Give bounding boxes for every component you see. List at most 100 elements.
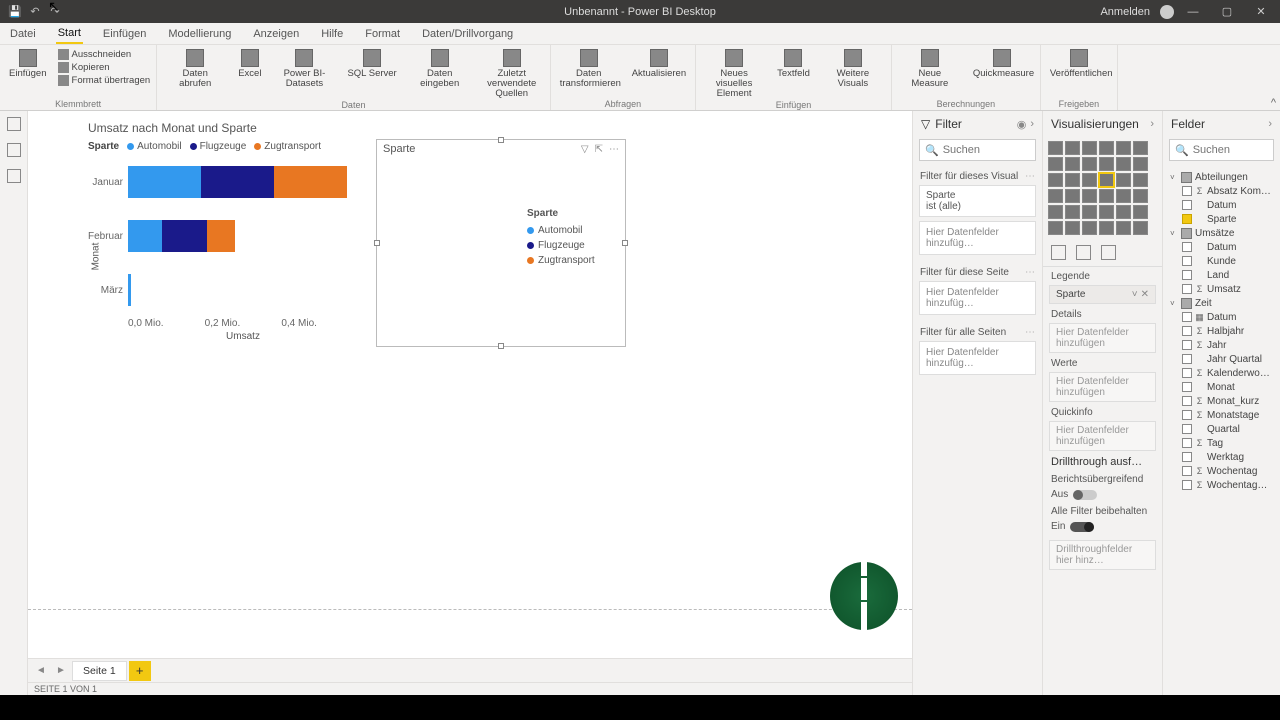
visual-type-icon[interactable]: [1082, 205, 1097, 219]
resize-handle[interactable]: [498, 343, 504, 349]
bar-chart-visual[interactable]: Umsatz nach Monat und Sparte SparteAutom…: [88, 121, 358, 342]
tooltip-well[interactable]: Hier Datenfelder hinzufügen: [1049, 421, 1156, 451]
excel-button[interactable]: Excel: [235, 49, 264, 79]
details-well[interactable]: Hier Datenfelder hinzufügen: [1049, 323, 1156, 353]
table-node[interactable]: ˅Abteilungen: [1167, 170, 1276, 184]
visual-type-icon[interactable]: [1048, 173, 1063, 187]
fields-tab-icon[interactable]: [1051, 245, 1066, 260]
visual-type-icon[interactable]: [1133, 141, 1148, 155]
newvisual-button[interactable]: Neues visuelles Element: [702, 49, 766, 99]
slicer-item[interactable]: Flugzeuge: [527, 240, 615, 251]
refresh-button[interactable]: Aktualisieren: [629, 49, 689, 79]
visual-type-icon[interactable]: [1048, 141, 1063, 155]
page-tab[interactable]: Seite 1: [72, 661, 127, 681]
field-node[interactable]: ΣUmsatz: [1167, 282, 1276, 296]
field-node[interactable]: Quartal: [1167, 422, 1276, 436]
ribbon-tab[interactable]: Hilfe: [319, 25, 345, 43]
visual-type-icon[interactable]: [1116, 141, 1131, 155]
visual-type-icon[interactable]: [1133, 157, 1148, 171]
newmeasure-button[interactable]: Neue Measure: [898, 49, 962, 89]
visual-type-icon[interactable]: [1048, 205, 1063, 219]
textbox-button[interactable]: Textfeld: [774, 49, 813, 79]
visual-type-icon[interactable]: [1116, 189, 1131, 203]
cut-button[interactable]: Ausschneiden: [58, 49, 151, 60]
field-node[interactable]: Werktag: [1167, 450, 1276, 464]
resize-handle[interactable]: [622, 240, 628, 246]
visual-type-icon[interactable]: [1048, 221, 1063, 235]
visual-type-icon[interactable]: [1048, 157, 1063, 171]
table-node[interactable]: ˅Zeit: [1167, 296, 1276, 310]
ribbon-tab[interactable]: Start: [56, 24, 83, 44]
recentsources-button[interactable]: Zuletzt verwendete Quellen: [480, 49, 544, 99]
ribbon-tab[interactable]: Datei: [8, 25, 38, 43]
page-next-button[interactable]: ►: [52, 662, 70, 680]
page-prev-button[interactable]: ◄: [32, 662, 50, 680]
expand-icon[interactable]: ›: [1030, 118, 1034, 131]
drillthrough-well[interactable]: Drillthroughfelder hier hinz…: [1049, 540, 1156, 570]
visual-type-icon[interactable]: [1116, 205, 1131, 219]
visual-type-icon[interactable]: [1116, 157, 1131, 171]
more-icon[interactable]: ⋯: [1025, 171, 1035, 182]
filter-dropzone[interactable]: Hier Datenfelder hinzufüg…: [919, 341, 1036, 375]
format-tab-icon[interactable]: [1076, 245, 1091, 260]
morevisuals-button[interactable]: Weitere Visuals: [821, 49, 885, 89]
publish-button[interactable]: Veröffentlichen: [1047, 49, 1111, 79]
report-canvas[interactable]: Umsatz nach Monat und Sparte SparteAutom…: [28, 111, 912, 658]
add-page-button[interactable]: +: [129, 661, 151, 681]
getdata-button[interactable]: Daten abrufen: [163, 49, 227, 89]
visual-type-icon[interactable]: [1082, 157, 1097, 171]
save-icon[interactable]: 💾: [8, 5, 22, 19]
quickmeasure-button[interactable]: Quickmeasure: [970, 49, 1034, 79]
field-node[interactable]: Monat: [1167, 380, 1276, 394]
filter-dropzone[interactable]: Hier Datenfelder hinzufüg…: [919, 281, 1036, 315]
field-node[interactable]: Sparte: [1167, 212, 1276, 226]
maximize-button[interactable]: ▢: [1212, 0, 1242, 23]
table-node[interactable]: ˅Umsätze: [1167, 226, 1276, 240]
expand-icon[interactable]: ›: [1150, 118, 1154, 130]
pbidatasets-button[interactable]: Power BI-Datasets: [272, 49, 336, 89]
visual-type-icon[interactable]: [1116, 173, 1131, 187]
visual-type-icon[interactable]: [1133, 205, 1148, 219]
expand-icon[interactable]: ›: [1268, 118, 1272, 130]
close-button[interactable]: ✕: [1246, 0, 1276, 23]
visual-type-icon[interactable]: [1099, 221, 1114, 235]
sqlserver-button[interactable]: SQL Server: [344, 49, 399, 79]
ribbon-tab[interactable]: Anzeigen: [251, 25, 301, 43]
visual-type-icon[interactable]: [1133, 173, 1148, 187]
undo-icon[interactable]: ↶: [28, 5, 42, 19]
visual-type-icon[interactable]: [1065, 173, 1080, 187]
resize-handle[interactable]: [374, 240, 380, 246]
field-node[interactable]: Datum: [1167, 198, 1276, 212]
visual-type-icon[interactable]: [1099, 173, 1114, 187]
analytics-tab-icon[interactable]: [1101, 245, 1116, 260]
field-node[interactable]: ΣAbsatz Kom…: [1167, 184, 1276, 198]
enterdata-button[interactable]: Daten eingeben: [408, 49, 472, 89]
keepfilters-toggle[interactable]: Ein: [1043, 519, 1162, 534]
field-node[interactable]: ΣJahr: [1167, 338, 1276, 352]
chevron-down-icon[interactable]: ˅: [1132, 289, 1138, 300]
data-view-icon[interactable]: [7, 143, 21, 157]
field-node[interactable]: ΣWochentag…: [1167, 478, 1276, 492]
filter-dropzone[interactable]: Hier Datenfelder hinzufüg…: [919, 221, 1036, 255]
field-node[interactable]: Datum: [1167, 240, 1276, 254]
model-view-icon[interactable]: [7, 169, 21, 183]
field-node[interactable]: ΣTag: [1167, 436, 1276, 450]
paste-button[interactable]: Einfügen: [6, 49, 50, 79]
visual-type-icon[interactable]: [1065, 205, 1080, 219]
ribbon-tab[interactable]: Daten/Drillvorgang: [420, 25, 515, 43]
resize-handle[interactable]: [498, 137, 504, 143]
filter-card[interactable]: Sparteist (alle): [919, 185, 1036, 217]
slicer-item[interactable]: Zugtransport: [527, 255, 615, 266]
field-node[interactable]: ΣHalbjahr: [1167, 324, 1276, 338]
visual-type-icon[interactable]: [1065, 157, 1080, 171]
avatar[interactable]: [1160, 5, 1174, 19]
visual-type-icon[interactable]: [1116, 221, 1131, 235]
ribbon-tab[interactable]: Einfügen: [101, 25, 148, 43]
slicer-visual[interactable]: Sparte ▽ ⇱ ⋯ Sparte AutomobilFlugzeugeZu…: [376, 139, 626, 347]
visual-type-icon[interactable]: [1099, 189, 1114, 203]
formatpainter-button[interactable]: Format übertragen: [58, 75, 151, 86]
remove-icon[interactable]: ✕: [1141, 289, 1149, 300]
values-well[interactable]: Hier Datenfelder hinzufügen: [1049, 372, 1156, 402]
ribbon-tab[interactable]: Format: [363, 25, 402, 43]
visual-type-icon[interactable]: [1133, 221, 1148, 235]
